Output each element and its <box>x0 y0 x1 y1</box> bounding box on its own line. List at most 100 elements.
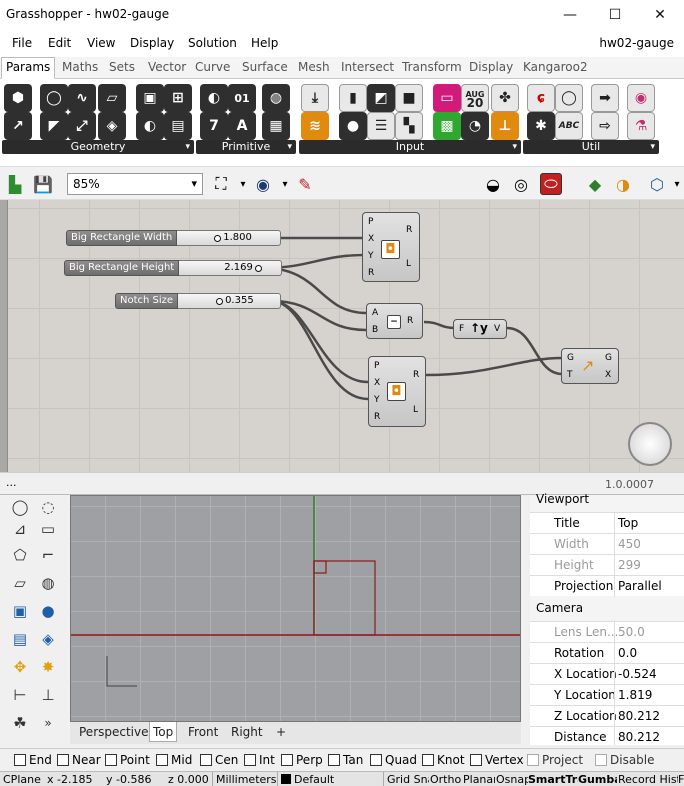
output-r[interactable]: R <box>406 225 412 235</box>
loop-icon[interactable]: ◯ <box>555 84 583 112</box>
output-v[interactable]: V <box>494 324 500 334</box>
record-history-toggle[interactable]: Record History <box>618 773 678 786</box>
panel-label-input[interactable]: Input <box>299 140 521 154</box>
input-x[interactable]: X <box>374 378 380 388</box>
mesh-tool-icon[interactable]: ◈ <box>38 629 58 649</box>
curve-param-icon[interactable]: ∿ <box>68 84 96 112</box>
tab-top[interactable]: Top <box>149 722 178 742</box>
line-param-icon[interactable]: ◤ <box>40 112 68 140</box>
unit-y-component[interactable]: F ↑y V <box>453 319 507 339</box>
mesh-quality-icon[interactable]: ◑ <box>612 173 634 195</box>
chevron-down-icon[interactable]: ▾ <box>232 173 254 195</box>
slider-big-rectangle-height[interactable]: Big Rectangle Height 2.169 <box>64 260 283 276</box>
colour-wheel-icon[interactable]: ✤ <box>491 84 519 112</box>
domain-param-icon[interactable]: ▦ <box>262 112 290 140</box>
prop-value[interactable]: Top <box>618 516 638 530</box>
input-b[interactable]: B <box>372 325 378 335</box>
input-p[interactable]: P <box>368 217 373 227</box>
preview-selected-icon[interactable]: ⬭ <box>540 173 562 195</box>
prop-row-y-location[interactable]: Y Location 1.819 <box>530 684 684 706</box>
flask-icon[interactable]: ⚗ <box>627 112 655 140</box>
input-y[interactable]: Y <box>368 251 374 261</box>
tab-display[interactable]: Display <box>469 60 513 74</box>
gradient-icon[interactable]: ▚ <box>395 112 423 140</box>
planar-toggle[interactable]: Planar <box>463 773 495 786</box>
prop-row-x-location[interactable]: X Location -0.524 <box>530 663 684 685</box>
output-r[interactable]: R <box>407 316 413 326</box>
input-a[interactable]: A <box>372 308 378 318</box>
polygon-tool-icon[interactable]: ⬠ <box>10 545 30 565</box>
transform-tool-icon[interactable]: ✥ <box>10 657 30 677</box>
circle-tool-icon[interactable]: ◯ <box>10 497 30 517</box>
input-x[interactable]: X <box>368 234 374 244</box>
prop-value[interactable]: 80.212 <box>618 709 660 723</box>
menu-solution[interactable]: Solution <box>188 36 237 50</box>
save-file-icon[interactable]: 💾 <box>32 173 54 195</box>
slider-icon[interactable]: ⊥ <box>491 112 519 140</box>
polyline-param-icon[interactable]: ⤢ <box>68 112 96 140</box>
circle-param-icon[interactable]: ◯ <box>40 84 68 112</box>
brep-param-icon[interactable]: ◐ <box>136 112 164 140</box>
menu-display[interactable]: Display <box>130 36 174 50</box>
point-param-icon[interactable]: ⬢ <box>4 84 32 112</box>
preview-shaded-icon[interactable]: ◎ <box>510 173 532 195</box>
arrow-right-icon[interactable]: ➡ <box>591 84 619 112</box>
graph-mapper-icon[interactable]: ≋ <box>301 112 329 140</box>
button-icon[interactable]: ◩ <box>367 84 395 112</box>
control-knob-icon[interactable]: ● <box>339 112 367 140</box>
osnap-toggle[interactable]: Osnap <box>496 773 528 786</box>
colour-param-icon[interactable]: ◍ <box>262 84 290 112</box>
eye-icon[interactable]: ◉ <box>252 173 274 195</box>
osnap-near[interactable]: Near <box>57 753 101 767</box>
osnap-quad[interactable]: Quad <box>370 753 417 767</box>
move-component[interactable]: G T ↗ G X <box>561 348 619 384</box>
panel-label-util[interactable]: Util <box>523 140 659 154</box>
tab-curve[interactable]: Curve <box>195 60 230 74</box>
osnap-int[interactable]: Int <box>244 753 275 767</box>
filter-toggle[interactable]: Filter <box>678 773 684 786</box>
close-button[interactable]: ✕ <box>637 0 683 30</box>
rectangle-tool-icon[interactable]: ▭ <box>38 519 58 539</box>
dimension-tool-icon[interactable]: ⊢ <box>10 685 30 705</box>
tab-params[interactable]: Params <box>1 57 56 79</box>
slider-knob[interactable] <box>214 235 222 242</box>
osnap-tan[interactable]: Tan <box>328 753 363 767</box>
maximize-button[interactable]: ☐ <box>592 0 638 30</box>
prop-value[interactable]: 80.212 <box>618 730 660 744</box>
input-y[interactable]: Y <box>374 395 380 405</box>
plane-param-icon[interactable]: ◈ <box>98 112 126 140</box>
input-r[interactable]: R <box>374 412 380 422</box>
menu-view[interactable]: View <box>87 36 115 50</box>
preview-wire-icon[interactable]: ◒ <box>482 173 504 195</box>
output-l[interactable]: L <box>413 405 418 415</box>
ortho-toggle[interactable]: Ortho <box>430 773 462 786</box>
boolean-param-icon[interactable]: ◐ <box>200 84 228 112</box>
osnap-vertex[interactable]: Vertex <box>470 753 524 767</box>
fillet-tool-icon[interactable]: ⌐ <box>38 545 58 565</box>
box-tool-icon[interactable]: ▣ <box>10 601 30 621</box>
ellipse-tool-icon[interactable]: ◌ <box>38 497 58 517</box>
surface-tool-icon[interactable]: ▱ <box>10 573 30 593</box>
surface-param-icon[interactable]: ▱ <box>98 84 126 112</box>
cplane-label[interactable]: CPlane <box>3 773 41 786</box>
osnap-project[interactable]: Project <box>527 753 583 767</box>
tab-sets[interactable]: Sets <box>109 60 135 74</box>
minimize-button[interactable]: — <box>547 0 593 30</box>
tab-mesh[interactable]: Mesh <box>298 60 330 74</box>
menu-help[interactable]: Help <box>251 36 278 50</box>
osnap-disable[interactable]: Disable <box>595 753 655 767</box>
output-r[interactable]: R <box>413 370 419 380</box>
tab-kangaroo2[interactable]: Kangaroo2 <box>523 60 588 74</box>
projection-select[interactable]: Parallel <box>618 579 662 593</box>
colour-swatch-icon[interactable]: ▭ <box>433 84 461 112</box>
menu-edit[interactable]: Edit <box>48 36 71 50</box>
cylinder-tool-icon[interactable]: ▤ <box>10 629 30 649</box>
osnap-point[interactable]: Point <box>105 753 150 767</box>
slider-track[interactable]: 1.800 <box>177 230 282 246</box>
input-r[interactable]: R <box>368 268 374 278</box>
chevron-down-icon[interactable]: ▾ <box>666 173 684 195</box>
prop-value[interactable]: 1.819 <box>618 688 652 702</box>
smarttrack-toggle[interactable]: SmartTrack <box>528 773 578 786</box>
input-g[interactable]: G <box>567 353 574 363</box>
mesh-param-icon[interactable]: ⊞ <box>164 84 192 112</box>
